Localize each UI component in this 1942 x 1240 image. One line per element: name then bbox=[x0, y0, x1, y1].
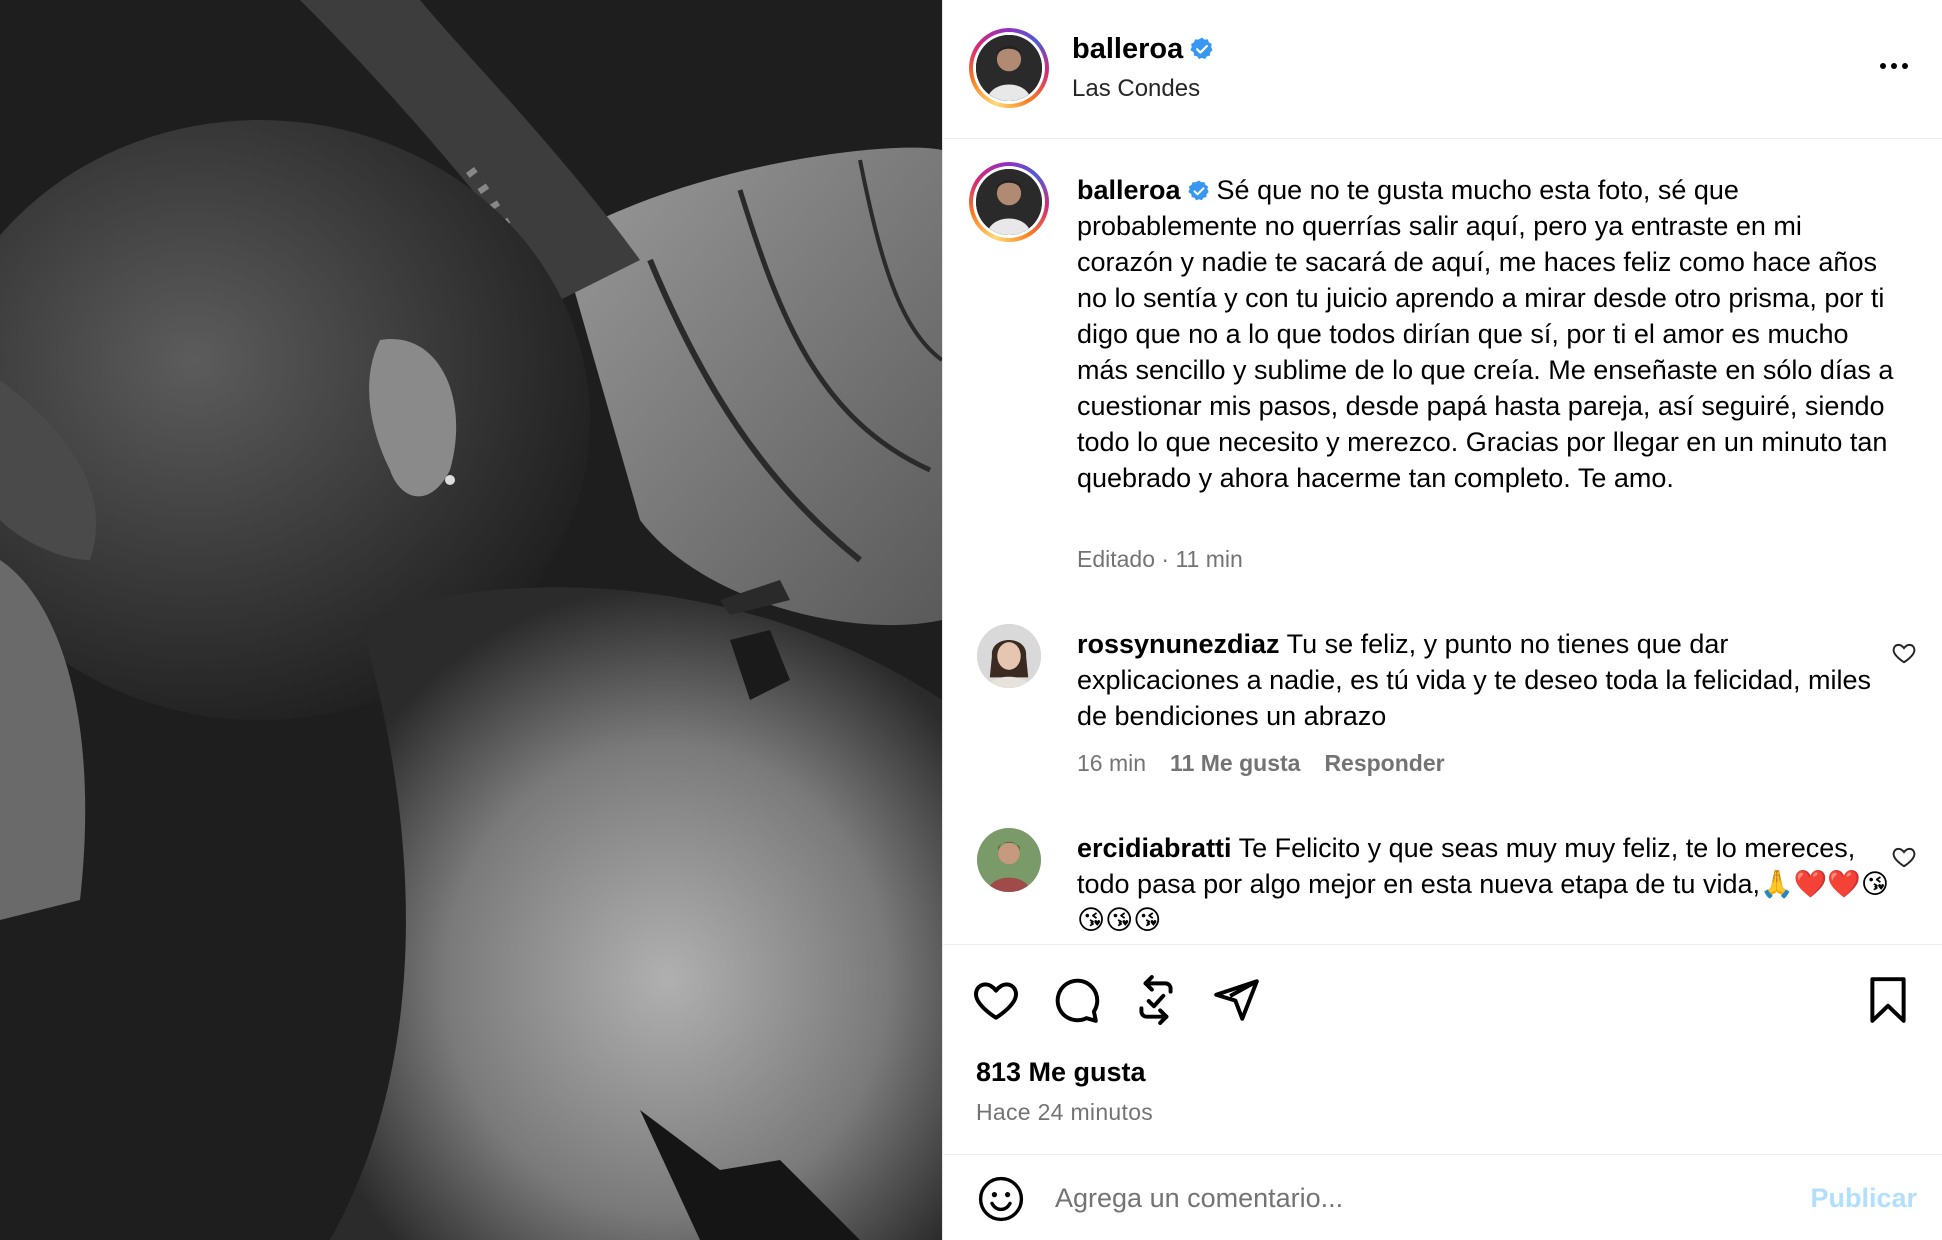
comment-text-block: rossynunezdiaz Tu se feliz, y punto no t… bbox=[1077, 626, 1897, 734]
profile-picture bbox=[977, 624, 1041, 688]
black-and-white-photo bbox=[0, 0, 942, 1240]
comment-likes[interactable]: 11 Me gusta bbox=[1170, 750, 1300, 776]
add-comment-bar: Publicar bbox=[943, 1154, 1942, 1240]
like-comment-heart-icon[interactable] bbox=[1891, 640, 1917, 666]
verified-badge-icon bbox=[1190, 37, 1213, 59]
post-header: balleroa Las Condes bbox=[943, 0, 1942, 139]
comment-text-block: ercidiabratti Te Felicito y que seas muy… bbox=[1077, 830, 1897, 938]
comment-icon bbox=[1055, 978, 1100, 1023]
more-options-icon[interactable] bbox=[1877, 56, 1917, 80]
comment-input[interactable] bbox=[1055, 1173, 1715, 1223]
verified-badge-icon bbox=[1187, 180, 1209, 201]
repost-icon bbox=[1139, 975, 1173, 1025]
profile-picture bbox=[976, 35, 1042, 101]
post-timestamp[interactable]: Hace 24 minutos bbox=[976, 1099, 1153, 1126]
comment-username[interactable]: ercidiabratti bbox=[1077, 833, 1232, 863]
comment-time: 16 min bbox=[1077, 750, 1147, 776]
like-comment-heart-icon[interactable] bbox=[1891, 844, 1917, 870]
like-button[interactable] bbox=[971, 975, 1021, 1025]
reply-button[interactable]: Responder bbox=[1324, 750, 1444, 776]
comment-username[interactable]: rossynunezdiaz bbox=[1077, 629, 1280, 659]
post-location[interactable]: Las Condes bbox=[1072, 75, 1200, 103]
profile-picture bbox=[977, 828, 1041, 892]
post-detail-panel: balleroa Las Condes balleroa Sé que no t… bbox=[942, 0, 1942, 1240]
comment-button[interactable] bbox=[1051, 975, 1101, 1025]
author-username[interactable]: balleroa bbox=[1072, 33, 1215, 66]
emoji-icon[interactable] bbox=[977, 1175, 1025, 1223]
post-actions: 813 Me gusta Hace 24 minutos bbox=[943, 944, 1942, 1154]
post-comment-button[interactable]: Publicar bbox=[1810, 1183, 1917, 1214]
repost-button[interactable] bbox=[1131, 975, 1181, 1025]
caption-username[interactable]: balleroa bbox=[1077, 175, 1181, 205]
caption-text: Sé que no te gusta mucho esta foto, sé q… bbox=[1077, 175, 1894, 493]
author-avatar[interactable] bbox=[969, 28, 1049, 108]
caption-author-avatar[interactable] bbox=[969, 162, 1049, 242]
heart-icon bbox=[974, 982, 1018, 1020]
author-username-text[interactable]: balleroa bbox=[1072, 33, 1183, 65]
commenter-avatar[interactable] bbox=[977, 624, 1041, 688]
caption-meta: Editado · 11 min bbox=[1077, 546, 1243, 572]
profile-picture bbox=[976, 169, 1042, 235]
commenter-avatar[interactable] bbox=[977, 828, 1041, 892]
caption-text-block: balleroa Sé que no te gusta mucho esta f… bbox=[1077, 172, 1897, 496]
save-button[interactable] bbox=[1863, 975, 1913, 1025]
share-button[interactable] bbox=[1211, 975, 1261, 1025]
comment-meta: 16 min 11 Me gusta Responder bbox=[1077, 750, 1445, 777]
bookmark-icon bbox=[1870, 977, 1906, 1023]
comments-section: balleroa Sé que no te gusta mucho esta f… bbox=[943, 140, 1942, 944]
like-count[interactable]: 813 Me gusta bbox=[976, 1057, 1146, 1088]
post-photo[interactable] bbox=[0, 0, 942, 1240]
share-icon bbox=[1214, 979, 1259, 1021]
